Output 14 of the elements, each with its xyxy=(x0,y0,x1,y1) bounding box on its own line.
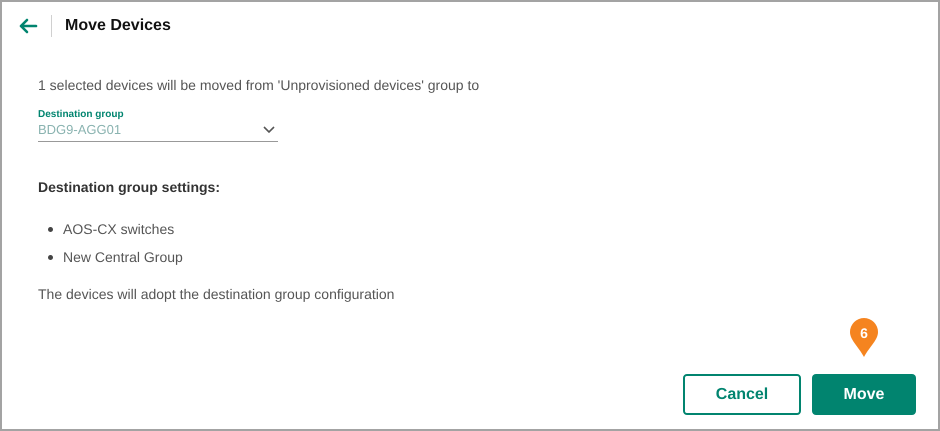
cancel-button[interactable]: Cancel xyxy=(683,374,801,415)
adoption-note: The devices will adopt the destination group configuration xyxy=(38,285,396,303)
step-marker: 6 xyxy=(849,318,879,358)
settings-heading: Destination group settings: xyxy=(38,178,221,196)
bullet-icon xyxy=(48,226,53,232)
dialog-title: Move Devices xyxy=(65,16,171,36)
move-message: 1 selected devices will be moved from 'Unprovisioned devices' group to xyxy=(38,76,480,94)
destination-group-dropdown[interactable]: Destination group BDG9-AGG01 xyxy=(38,109,278,142)
chevron-down-icon xyxy=(263,126,275,134)
bullet-icon xyxy=(48,254,53,260)
settings-item: New Central Group xyxy=(63,248,183,266)
back-arrow-icon[interactable] xyxy=(18,18,38,34)
move-button[interactable]: Move xyxy=(812,374,916,415)
settings-item: AOS-CX switches xyxy=(63,220,174,238)
